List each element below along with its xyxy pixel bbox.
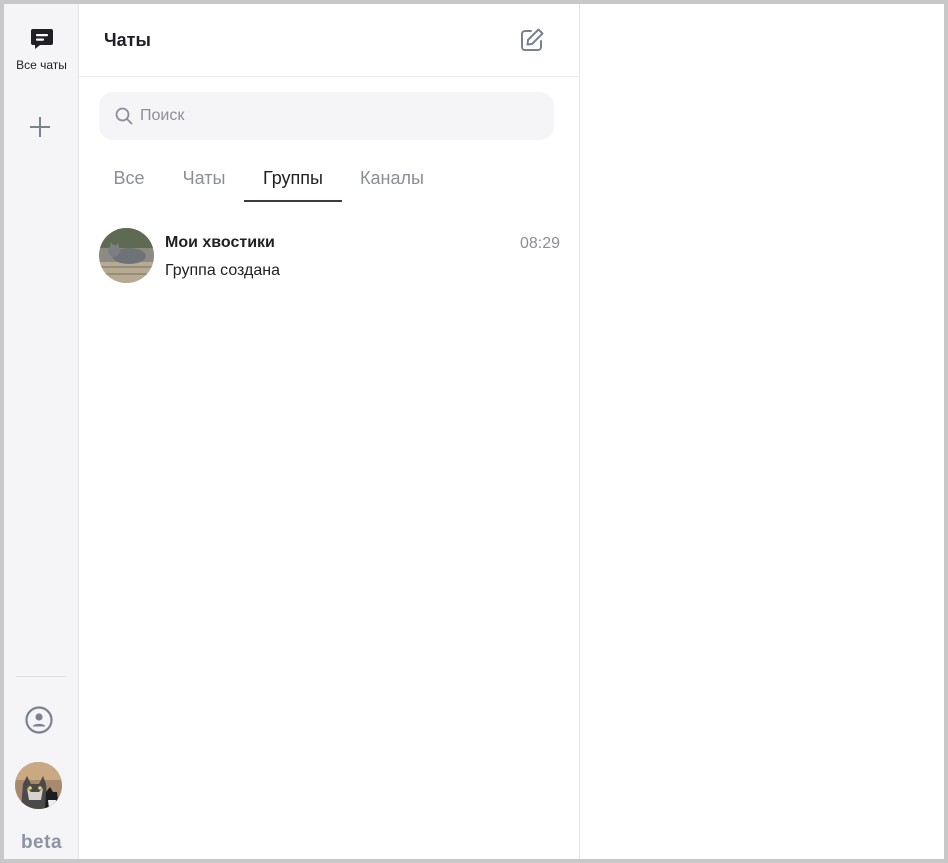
panel-header: Чаты: [79, 4, 580, 77]
beta-label: beta: [20, 832, 63, 853]
filter-tabs: Все Чаты Группы Каналы: [99, 162, 559, 202]
chat-avatar: [99, 228, 154, 283]
chat-name: Мои хвостики: [165, 234, 275, 251]
rail-item-all-chats-label: Все чаты: [16, 58, 67, 72]
tab-all[interactable]: Все: [99, 162, 159, 200]
page-title: Чаты: [104, 30, 151, 50]
rail-divider: [16, 676, 66, 677]
tab-chats[interactable]: Чаты: [167, 162, 241, 200]
tab-channels[interactable]: Каналы: [351, 162, 433, 200]
chat-list-item[interactable]: Мои хвостики 08:29 Группа создана: [79, 222, 580, 288]
chat-time: 08:29: [519, 235, 560, 252]
edit-icon: [521, 28, 544, 51]
left-rail: Все чаты beta: [4, 4, 79, 859]
group-avatar-image: [99, 228, 154, 283]
chat-preview: Группа создана: [165, 262, 281, 279]
search-box[interactable]: [99, 92, 554, 140]
chat-list-panel: Чаты Все Чаты Группы Каналы: [79, 4, 580, 859]
search-input[interactable]: [140, 107, 540, 125]
tab-groups[interactable]: Группы: [244, 162, 342, 202]
compose-button[interactable]: [518, 26, 546, 54]
profile-icon: [25, 706, 53, 734]
app-window: Все чаты beta Чаты Поиск Все Чаты Группы…: [0, 0, 948, 863]
chat-bubble-icon: [30, 29, 53, 49]
add-button[interactable]: [25, 112, 55, 142]
user-avatar[interactable]: [15, 762, 62, 809]
profile-button[interactable]: [24, 705, 54, 735]
plus-icon: [30, 117, 50, 137]
user-avatar-image: [15, 762, 62, 809]
rail-item-all-chats[interactable]: Все чаты: [4, 22, 79, 86]
search-icon: [115, 107, 133, 125]
conversation-area: [581, 4, 944, 859]
